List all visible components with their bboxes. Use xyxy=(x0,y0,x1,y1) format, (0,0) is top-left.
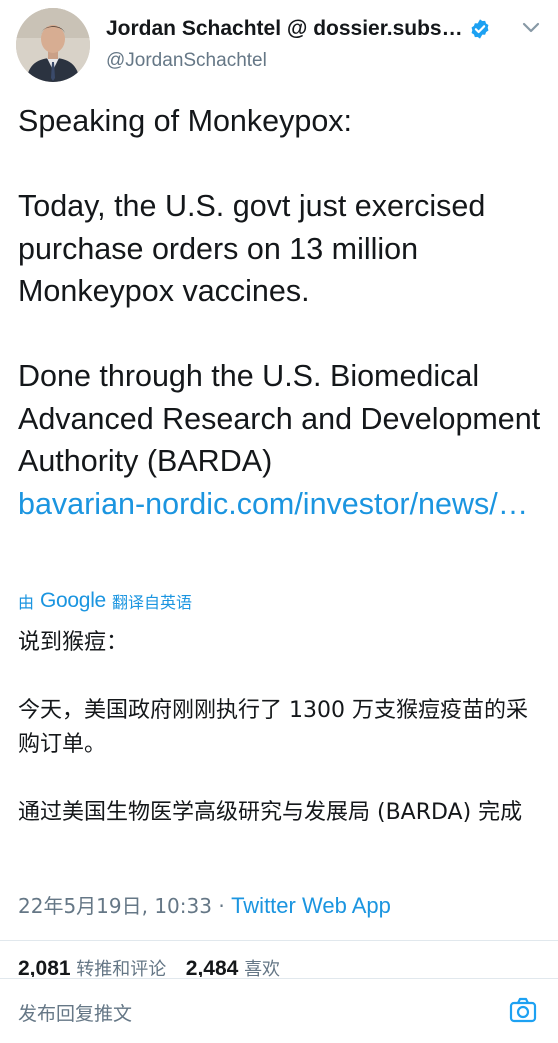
timestamp[interactable]: 22年5月19日, 10:33 xyxy=(18,894,212,918)
tweet-paragraph: Today, the U.S. govt just exercised purc… xyxy=(18,189,486,308)
meta-separator: · xyxy=(211,894,232,918)
reply-bar: 发布回复推文 xyxy=(0,978,558,1043)
source-app-link[interactable]: Twitter Web App xyxy=(231,893,391,918)
translated-text: 说到猴痘： 今天，美国政府刚刚执行了 1300 万支猴痘疫苗的采购订单。 通过美… xyxy=(18,626,543,830)
tweet-link[interactable]: bavarian-nordic.com/investor/news/… xyxy=(18,487,528,521)
tweet-paragraph: Speaking of Monkeypox: xyxy=(18,104,353,138)
retweets-count[interactable]: 2,081 xyxy=(18,957,71,977)
translated-paragraph: 通过美国生物医学高级研究与发展局 (BARDA) 完成 xyxy=(18,800,523,825)
retweets-label[interactable]: 转推和评论 xyxy=(76,959,166,977)
verified-icon xyxy=(471,19,489,39)
avatar[interactable] xyxy=(16,8,90,82)
engagement-stats: 2,081 转推和评论 2,484 喜欢 xyxy=(18,955,280,977)
divider xyxy=(0,940,558,941)
translation-suffix: 翻译自英语 xyxy=(111,593,192,612)
author-name-row[interactable]: Jordan Schachtel @ dossier.subs… xyxy=(106,14,496,44)
likes-count[interactable]: 2,484 xyxy=(186,957,239,977)
camera-icon[interactable] xyxy=(508,995,538,1025)
tweet-header: Jordan Schachtel @ dossier.subs… @Jordan… xyxy=(0,0,558,90)
translation-prefix: 由 xyxy=(18,593,35,612)
translated-paragraph: 说到猴痘： xyxy=(18,630,129,655)
display-name[interactable]: Jordan Schachtel @ dossier.subs… xyxy=(106,17,463,41)
tweet-meta: 22年5月19日, 10:33 · Twitter Web App xyxy=(18,890,391,919)
google-logo: Google xyxy=(40,589,106,612)
tweet-text: Speaking of Monkeypox: Today, the U.S. g… xyxy=(18,100,543,525)
tweet-paragraph: Done through the U.S. Biomedical Advance… xyxy=(18,355,543,525)
translation-attribution[interactable]: 由 Google 翻译自英语 xyxy=(18,586,192,616)
reply-input[interactable]: 发布回复推文 xyxy=(18,999,132,1026)
author-handle[interactable]: @JordanSchachtel xyxy=(106,50,267,72)
likes-label[interactable]: 喜欢 xyxy=(244,959,280,977)
chevron-down-icon[interactable] xyxy=(522,22,540,34)
translated-paragraph: 今天，美国政府刚刚执行了 1300 万支猴痘疫苗的采购订单。 xyxy=(18,698,528,757)
tweet-paragraph-text: Done through the U.S. Biomedical Advance… xyxy=(18,359,541,478)
